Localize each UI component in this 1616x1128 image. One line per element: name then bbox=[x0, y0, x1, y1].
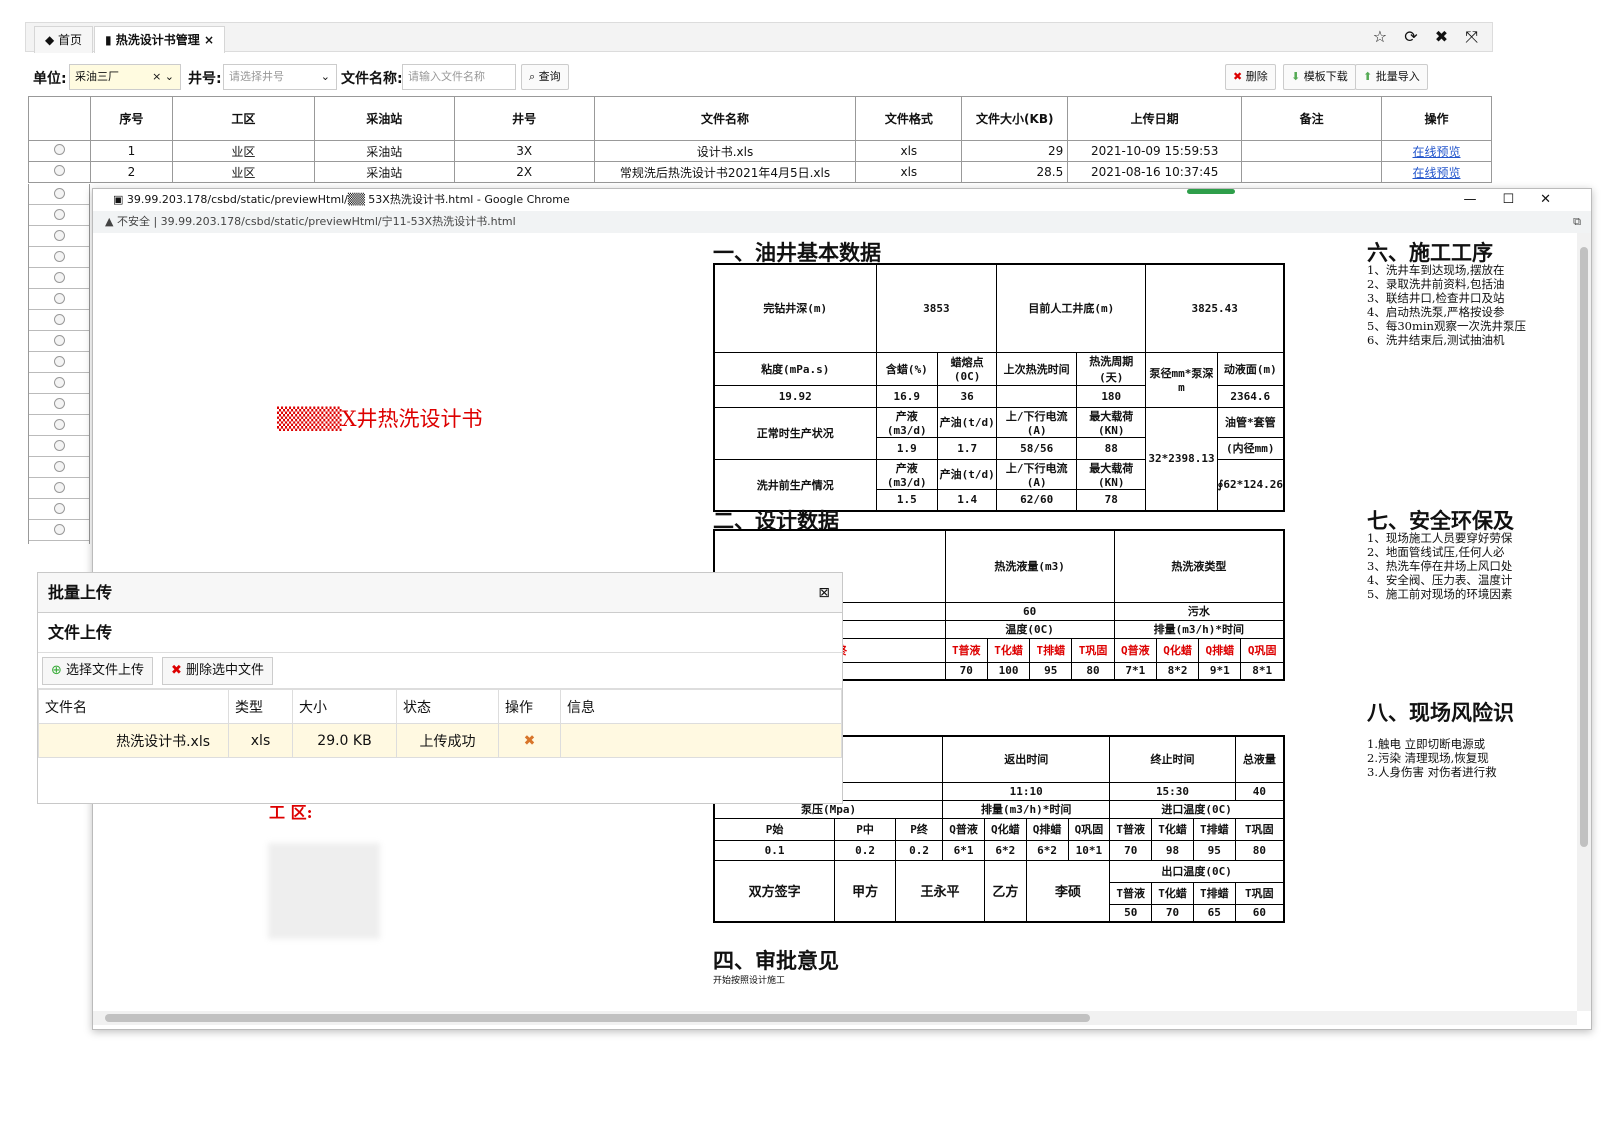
row-radio[interactable] bbox=[53, 461, 65, 472]
row-radio[interactable] bbox=[53, 503, 65, 514]
section-8-list: 1.触电 立即切断电源或 2.污染 清理现场,恢复现 3.人身伤害 对伤者进行救 bbox=[1367, 737, 1497, 779]
row-radio[interactable] bbox=[53, 440, 65, 451]
approval-text: 开始按照设计施工 bbox=[713, 976, 786, 986]
address-bar[interactable]: ▲ 不安全 | 39.99.203.178/csbd/static/previe… bbox=[93, 211, 1591, 233]
loading-indicator bbox=[1187, 189, 1235, 194]
close-window-icon: ✕ bbox=[1540, 192, 1577, 207]
delete-icon: ✖ bbox=[171, 663, 187, 678]
maximize-icon: ☐ bbox=[1502, 192, 1541, 207]
unit-label: 单位: bbox=[33, 71, 67, 87]
tab-tools[interactable]: ☆ ⟳ ✖ ⤧ bbox=[1373, 27, 1484, 47]
well-select[interactable]: 请选择井号 ⌄ bbox=[223, 64, 337, 90]
translate-icon[interactable]: ⧉ bbox=[1573, 211, 1581, 233]
row-radio[interactable] bbox=[53, 209, 65, 220]
section-4-title: 四、审批意见 bbox=[713, 948, 839, 973]
batch-import-button[interactable]: ⬆ 批量导入 bbox=[1355, 64, 1428, 90]
dialog-toolbar: ⊕ 选择文件上传 ✖ 删除选中文件 bbox=[38, 653, 842, 689]
preview-link[interactable]: 在线预览 bbox=[1413, 145, 1461, 159]
row-radio[interactable] bbox=[53, 293, 65, 304]
unit-select[interactable]: 采油三厂 × ⌄ bbox=[69, 64, 181, 90]
row-radio[interactable] bbox=[53, 524, 65, 535]
well-label: 井号: bbox=[188, 71, 222, 87]
scroll-thumb[interactable] bbox=[105, 1014, 1090, 1022]
row-radio[interactable] bbox=[53, 314, 65, 325]
search-icon: ⌕ bbox=[529, 70, 539, 83]
vertical-scrollbar[interactable] bbox=[1577, 233, 1591, 1011]
choose-file-button[interactable]: ⊕ 选择文件上传 bbox=[42, 657, 154, 685]
dialog-subtitle: 文件上传 bbox=[38, 613, 842, 653]
home-icon: ◆ bbox=[45, 33, 59, 47]
file-label: 文件名称: bbox=[341, 71, 403, 87]
book-icon: ▮ bbox=[105, 33, 116, 47]
remove-selected-button[interactable]: ✖ 删除选中文件 bbox=[162, 657, 274, 685]
template-download-button[interactable]: ⬇ 模板下载 bbox=[1283, 64, 1356, 90]
row-radio[interactable] bbox=[53, 335, 65, 346]
dialog-title: 批量上传 ⊠ bbox=[38, 573, 842, 613]
tab-heat-wash[interactable]: ▮ 热洗设计书管理 × bbox=[94, 26, 226, 53]
download-icon: ⬇ bbox=[1291, 70, 1304, 83]
grid-header: 序号 工区 采油站 井号 文件名称 文件格式 文件大小(KB) 上传日期 备注 … bbox=[28, 96, 1492, 141]
row-radio[interactable] bbox=[53, 188, 65, 199]
row-radio[interactable] bbox=[53, 251, 65, 262]
browser-title-bar: ▣ 39.99.203.178/csbd/static/previewHtml/… bbox=[93, 189, 1591, 211]
file-grid: 序号 工区 采油站 井号 文件名称 文件格式 文件大小(KB) 上传日期 备注 … bbox=[28, 96, 1492, 183]
tab-home[interactable]: ◆ 首页 bbox=[34, 26, 94, 53]
file-name-input[interactable]: 请输入文件名称 bbox=[402, 64, 516, 90]
query-button[interactable]: ⌕ 查询 bbox=[521, 64, 569, 90]
row-radio-column bbox=[28, 184, 90, 544]
delete-icon: ✖ bbox=[1233, 70, 1246, 83]
row-radio[interactable] bbox=[53, 482, 65, 493]
row-radio[interactable] bbox=[53, 272, 65, 283]
table-row[interactable]: 2 业区 采油站 2X 常规洗后热洗设计书2021年4月5日.xls xls 2… bbox=[28, 161, 1492, 183]
well-basic-data-table: 完钻井深(m) 3853 目前人工井底(m) 3825.43 粘度(mPa.s) 含蜡(… bbox=[713, 263, 1285, 512]
row-radio[interactable] bbox=[53, 356, 65, 367]
section-8-title: 八、现场风险识 bbox=[1367, 700, 1514, 725]
delete-button[interactable]: ✖ 删除 bbox=[1225, 64, 1276, 90]
minimize-icon: — bbox=[1463, 192, 1503, 207]
row-radio[interactable] bbox=[53, 419, 65, 430]
row-radio[interactable] bbox=[53, 398, 65, 409]
section-6-list: 1、洗井车到达现场,摆放在 2、录取洗井前资料,包括油 3、联结井口,检查井口及站 4… bbox=[1367, 263, 1526, 347]
section-7-list: 1、现场施工人员要穿好劳保 2、地面管线试压,任何人必 3、热洗车停在井场上风口处 4… bbox=[1367, 531, 1513, 601]
preview-link[interactable]: 在线预览 bbox=[1413, 166, 1461, 180]
row-radio[interactable] bbox=[53, 230, 65, 241]
table-row[interactable]: 1 业区 采油站 3X 设计书.xls xls 29 2021-10-09 15… bbox=[28, 140, 1492, 162]
table-row[interactable]: 热洗设计书.xls xls 29.0 KB 上传成功 ✖ bbox=[38, 723, 842, 758]
add-icon: ⊕ bbox=[51, 663, 67, 678]
close-tab-icon[interactable]: × bbox=[204, 33, 214, 47]
page-icon: ▣ bbox=[113, 193, 127, 206]
remove-file-icon[interactable]: ✖ bbox=[498, 723, 561, 758]
batch-upload-dialog: 批量上传 ⊠ 文件上传 ⊕ 选择文件上传 ✖ 删除选中文件 文件名 类型 大小 状… bbox=[37, 572, 843, 804]
row-radio[interactable] bbox=[53, 377, 65, 388]
doc-main-title: ▒▒▒▒X井热洗设计书 bbox=[277, 407, 483, 431]
scroll-thumb[interactable] bbox=[1580, 247, 1588, 847]
redacted-block bbox=[268, 843, 380, 939]
tab-bar: ◆ 首页 ▮ 热洗设计书管理 × ☆ ⟳ ✖ ⤧ bbox=[25, 22, 1493, 53]
row-radio[interactable] bbox=[53, 144, 65, 155]
row-radio[interactable] bbox=[53, 165, 65, 176]
window-controls[interactable]: —☐✕ bbox=[1463, 189, 1577, 211]
dialog-close-icon[interactable]: ⊠ bbox=[818, 573, 830, 613]
warning-icon: ▲ bbox=[105, 215, 117, 228]
upload-file-table: 文件名 类型 大小 状态 操作 信息 热洗设计书.xls xls 29.0 KB… bbox=[38, 689, 842, 758]
horizontal-scrollbar[interactable] bbox=[93, 1011, 1577, 1025]
filter-toolbar: 单位: 采油三厂 × ⌄ 井号: 请选择井号 ⌄ 文件名称: 请输入文件名称 ⌕ 查… bbox=[25, 60, 1493, 94]
upload-icon: ⬆ bbox=[1363, 70, 1376, 83]
